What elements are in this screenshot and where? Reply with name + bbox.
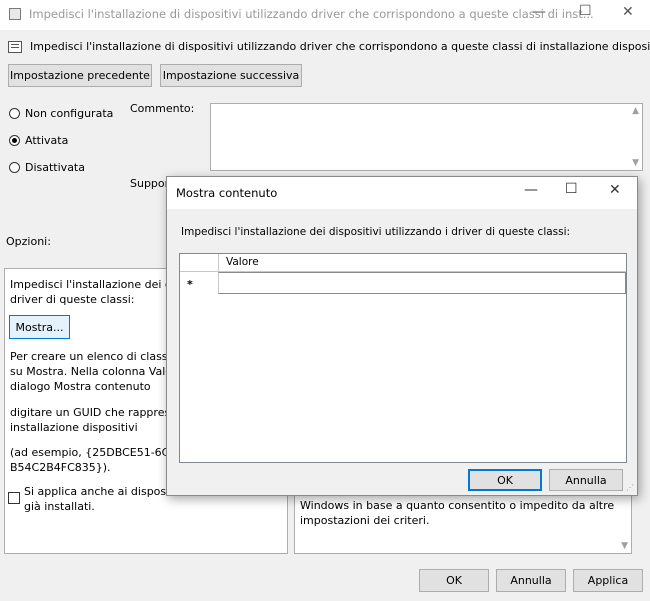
previous-setting-button[interactable]: Impostazione precedente — [8, 64, 152, 87]
grid-new-row-cell[interactable] — [218, 272, 626, 294]
dialog-close-icon[interactable]: ✕ — [609, 182, 621, 198]
radio-enabled[interactable] — [9, 135, 20, 146]
radio-label-enabled: Attivata — [25, 134, 69, 147]
radio-label-not-configured: Non configurata — [25, 107, 114, 120]
dialog-cancel-button[interactable]: Annulla — [549, 469, 623, 491]
scroll-down-icon[interactable]: ▼ — [632, 158, 639, 168]
comment-field[interactable]: ▲ ▼ — [210, 103, 643, 171]
comment-label: Commento: — [130, 102, 195, 115]
dialog-instruction: Impedisci l'installazione dei dispositiv… — [181, 226, 571, 238]
resize-grip-icon[interactable]: ⋰ — [626, 483, 634, 492]
values-grid[interactable]: Valore * — [179, 253, 627, 463]
close-icon[interactable]: ✕ — [622, 4, 634, 20]
dialog-ok-button[interactable]: OK — [468, 469, 542, 491]
grid-column-header-value[interactable]: Valore — [226, 253, 259, 272]
radio-not-configured[interactable] — [9, 108, 20, 119]
options-help1-line3: dialogo Mostra contenuto — [10, 380, 151, 393]
maximize-icon[interactable]: ☐ — [579, 3, 592, 19]
radio-disabled[interactable] — [9, 162, 20, 173]
help-scroll-down-icon[interactable]: ▼ — [621, 541, 628, 551]
next-setting-button[interactable]: Impostazione successiva — [160, 64, 302, 87]
policy-title: Impedisci l'installazione di dispositivi… — [30, 40, 650, 53]
help-line2: impostazioni dei criteri. — [300, 514, 430, 527]
apply-button[interactable]: Applica — [573, 569, 643, 592]
grid-new-row-marker: * — [187, 278, 193, 291]
show-button[interactable]: Mostra... — [9, 315, 70, 339]
show-contents-dialog: Mostra contenuto — ☐ ✕ Impedisci l'insta… — [166, 176, 638, 496]
minimize-icon[interactable]: — — [532, 4, 546, 20]
app-icon — [9, 8, 21, 20]
apply-existing-checkbox[interactable] — [8, 492, 20, 504]
scroll-up-icon[interactable]: ▲ — [632, 106, 639, 116]
options-help3-line2: B54C2B4FC835}). — [10, 461, 111, 474]
dialog-maximize-icon[interactable]: ☐ — [565, 181, 578, 197]
options-desc-line2: driver di queste classi: — [10, 293, 135, 306]
cancel-button[interactable]: Annulla — [496, 569, 566, 592]
checkbox-label-line2: già installati. — [24, 500, 95, 513]
dialog-minimize-icon[interactable]: — — [524, 182, 538, 198]
window-title: Impedisci l'installazione di dispositivi… — [29, 7, 594, 21]
options-label: Opzioni: — [6, 235, 51, 248]
ok-button[interactable]: OK — [419, 569, 489, 592]
radio-label-disabled: Disattivata — [25, 161, 85, 174]
supported-label: Suppor — [130, 177, 170, 190]
dialog-title: Mostra contenuto — [176, 186, 278, 200]
options-help2-line2: installazione dispositivi — [10, 421, 138, 434]
policy-icon — [8, 41, 22, 53]
